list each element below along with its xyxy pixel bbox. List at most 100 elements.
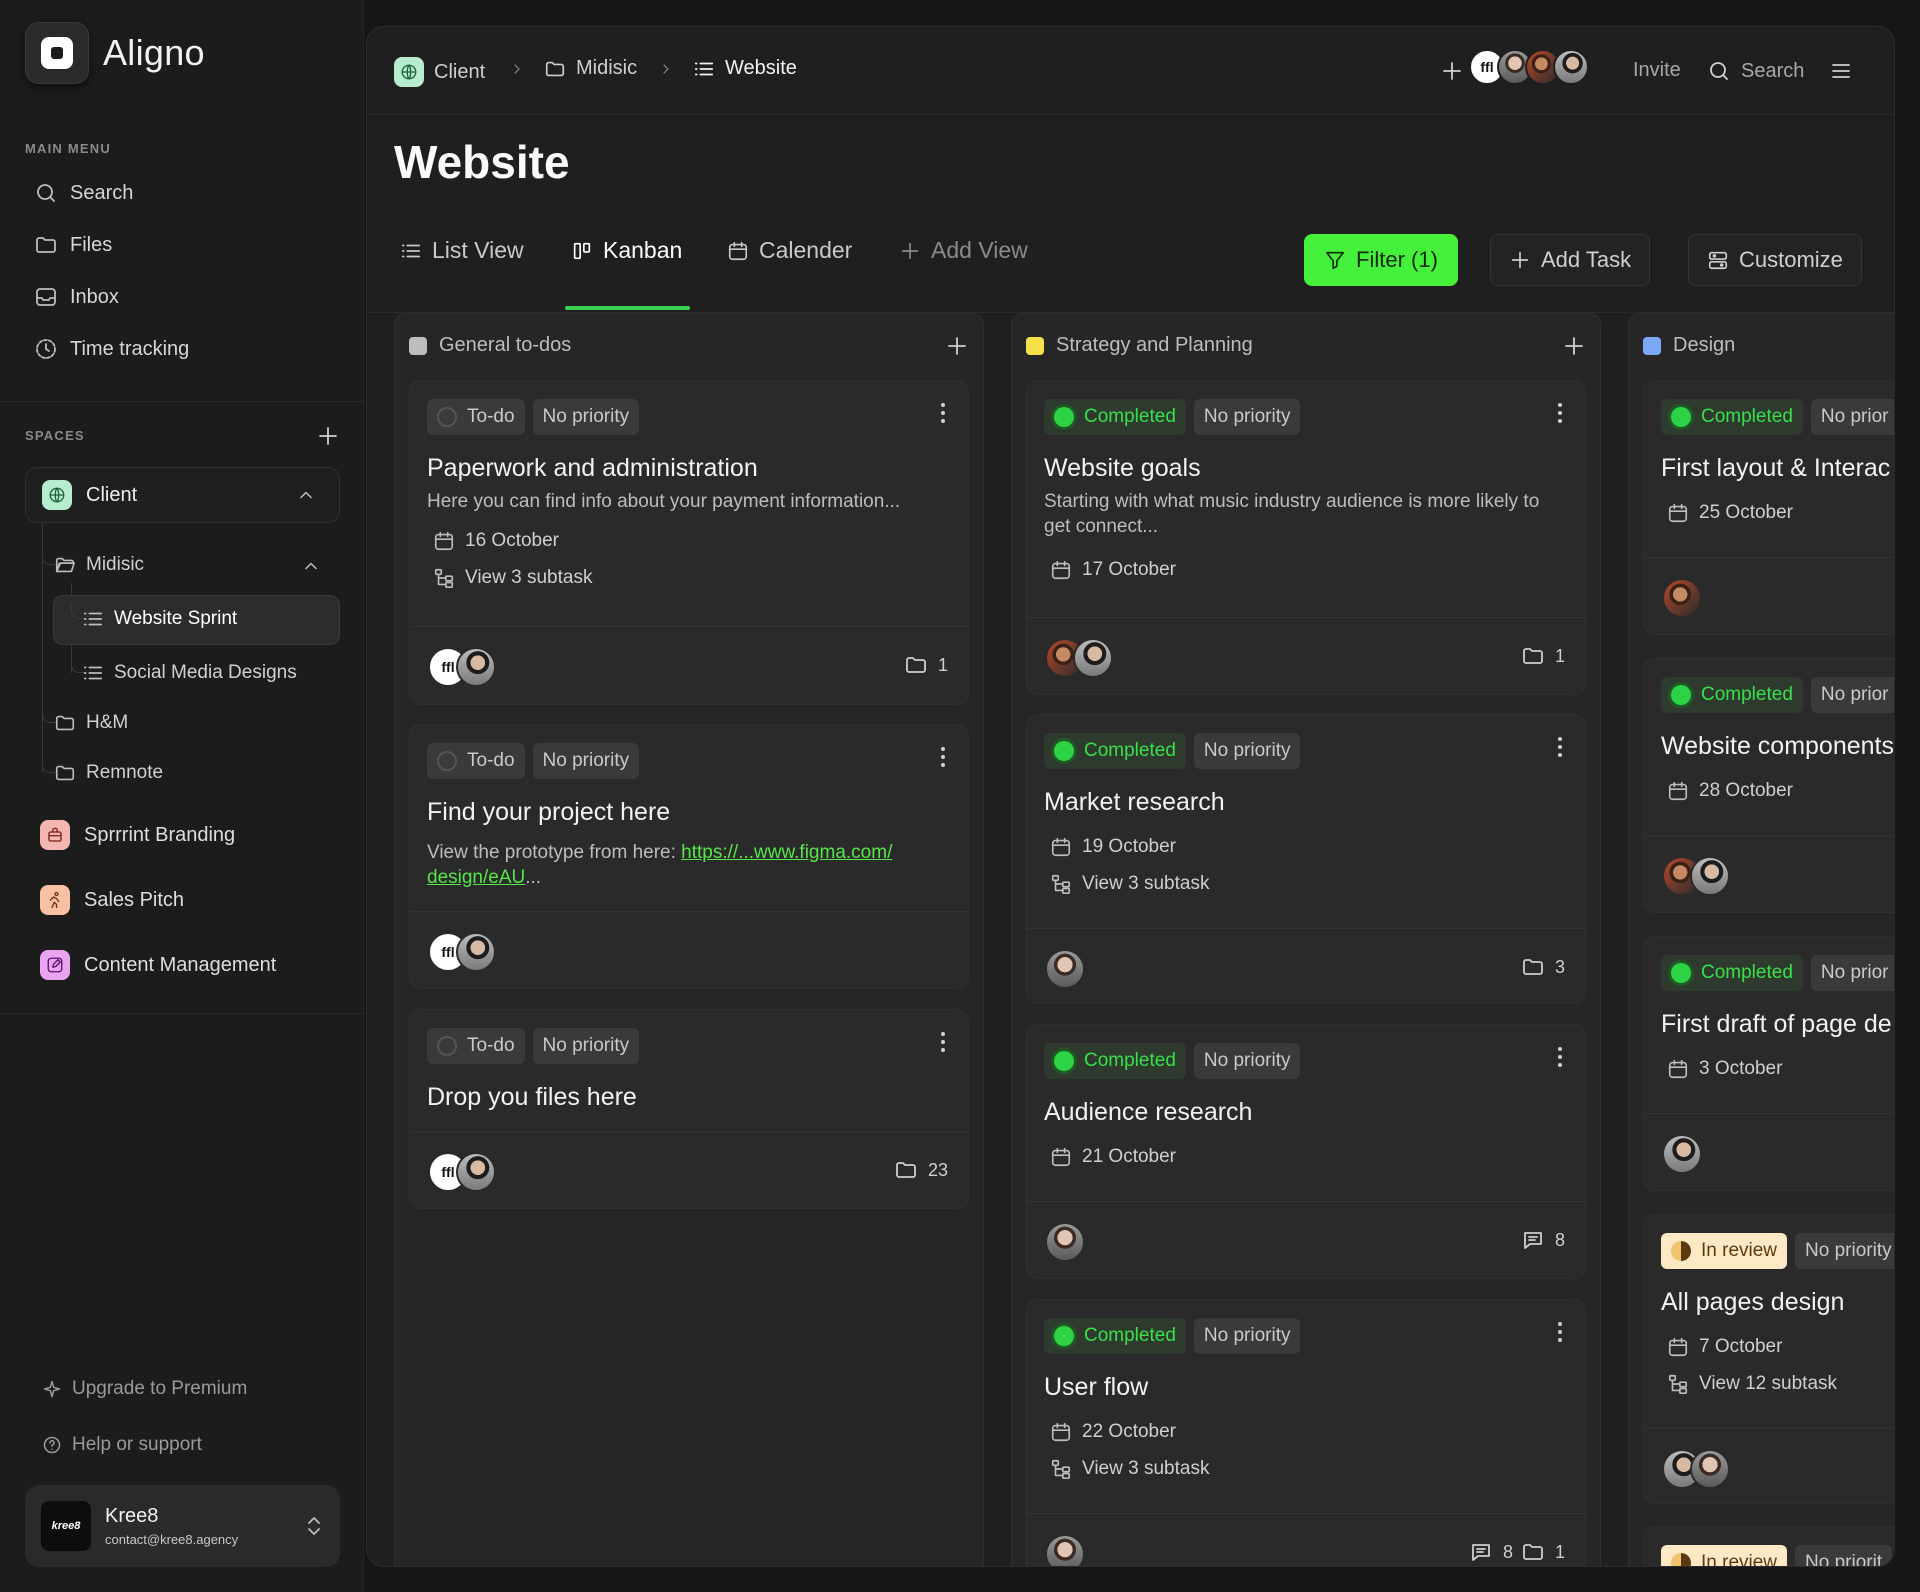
card-subtask-link[interactable]: View 12 subtask — [1667, 1373, 1837, 1395]
status-badge[interactable]: Completed — [1044, 733, 1186, 769]
more-icon[interactable] — [940, 403, 946, 427]
folder-remnote[interactable]: Remnote — [54, 762, 163, 784]
priority-badge[interactable]: No prior — [1810, 677, 1894, 713]
priority-badge[interactable]: No priority — [532, 399, 640, 435]
breadcrumb-midisic[interactable]: Midisic — [544, 57, 637, 80]
status-badge[interactable]: Completed — [1661, 955, 1803, 991]
task-card[interactable]: To-do No priority Drop you files here ff… — [409, 1009, 969, 1209]
task-card[interactable]: Completed No priority Market research 19… — [1026, 714, 1586, 1004]
more-icon[interactable] — [1557, 737, 1563, 761]
add-card-icon[interactable] — [1562, 334, 1586, 358]
card-subtask-link[interactable]: View 3 subtask — [1050, 873, 1209, 895]
status-badge[interactable]: Completed — [1044, 1043, 1186, 1079]
task-card[interactable]: Completed No priority Website goals Star… — [1026, 380, 1586, 695]
task-card[interactable]: Completed No prior First layout & Intera… — [1643, 380, 1894, 635]
priority-badge[interactable]: No prior — [1810, 955, 1894, 991]
status-badge[interactable]: Completed — [1661, 677, 1803, 713]
space-content-management[interactable]: Content Management — [40, 950, 276, 980]
assignee-avatars[interactable] — [1662, 1449, 1730, 1489]
menu-item-inbox[interactable]: Inbox — [34, 285, 119, 309]
priority-badge[interactable]: No prior — [1810, 399, 1894, 435]
tab-add-view[interactable]: Add View — [899, 237, 1028, 264]
more-icon[interactable] — [1557, 1047, 1563, 1071]
task-card[interactable]: To-do No priority Paperwork and administ… — [409, 380, 969, 705]
priority-badge[interactable]: No priority — [1795, 1233, 1894, 1269]
assignee-avatars[interactable] — [1045, 949, 1085, 989]
chevron-updown-icon[interactable] — [304, 1514, 324, 1538]
account-switcher[interactable]: kree8 Kree8 contact@kree8.agency — [25, 1485, 340, 1567]
assignee-avatars[interactable]: ffl — [428, 1152, 496, 1192]
upgrade-link[interactable]: Upgrade to Premium — [42, 1378, 247, 1400]
status-badge[interactable]: To-do — [427, 1028, 525, 1064]
breadcrumb-client[interactable]: Client — [394, 57, 485, 87]
more-icon[interactable] — [1557, 1322, 1563, 1346]
more-icon[interactable] — [940, 747, 946, 771]
status-badge[interactable]: Completed — [1044, 1318, 1186, 1354]
task-card[interactable]: Completed No priority Audience research … — [1026, 1024, 1586, 1279]
priority-badge[interactable]: No priorit — [1795, 1545, 1893, 1566]
task-card[interactable]: In review No priorit — [1643, 1526, 1894, 1566]
space-client[interactable]: Client — [25, 467, 340, 523]
status-badge[interactable]: Completed — [1044, 399, 1186, 435]
search-button[interactable]: Search — [1707, 59, 1804, 83]
status-badge[interactable]: In review — [1661, 1545, 1788, 1566]
task-card[interactable]: Completed No priority User flow 22 Octob… — [1026, 1299, 1586, 1566]
tab-calender[interactable]: Calender — [727, 237, 852, 264]
figma-link[interactable]: https://...www.figma.com/ — [681, 842, 892, 863]
task-card[interactable]: Completed No prior Website components 28… — [1643, 658, 1894, 913]
priority-badge[interactable]: No priority — [1193, 399, 1301, 435]
assignee-avatars[interactable] — [1662, 1134, 1702, 1174]
task-card[interactable]: To-do No priority Find your project here… — [409, 724, 969, 989]
add-card-icon[interactable] — [945, 334, 969, 358]
assignee-avatars[interactable] — [1045, 1222, 1085, 1262]
status-badge[interactable]: To-do — [427, 743, 525, 779]
avatar — [456, 1152, 496, 1192]
add-task-button[interactable]: Add Task — [1490, 234, 1651, 286]
add-space-icon[interactable] — [316, 424, 340, 448]
more-icon[interactable] — [940, 1032, 946, 1056]
task-card[interactable]: Completed No prior First draft of page d… — [1643, 936, 1894, 1191]
assignee-avatars[interactable]: ffl — [428, 932, 496, 972]
assignee-avatars[interactable]: ffl — [428, 647, 496, 687]
assignee-avatars[interactable] — [1045, 1534, 1085, 1566]
chevron-up-icon[interactable] — [296, 485, 316, 505]
card-subtask-link[interactable]: View 3 subtask — [433, 567, 592, 589]
app-logo[interactable]: Aligno — [25, 22, 205, 84]
menu-item-time-tracking[interactable]: Time tracking — [34, 337, 189, 361]
priority-badge[interactable]: No priority — [532, 1028, 640, 1064]
status-badge[interactable]: To-do — [427, 399, 525, 435]
tab-list-view[interactable]: List View — [400, 237, 524, 264]
assignee-avatars[interactable] — [1662, 856, 1730, 896]
priority-badge[interactable]: No priority — [1193, 733, 1301, 769]
space-sales-pitch[interactable]: Sales Pitch — [40, 885, 184, 915]
folder-hm[interactable]: H&M — [54, 712, 128, 734]
menu-icon[interactable] — [1829, 59, 1853, 83]
assignee-avatars[interactable] — [1045, 638, 1113, 678]
folder-midisic[interactable]: Midisic — [54, 554, 144, 576]
menu-item-search[interactable]: Search — [34, 181, 133, 205]
card-subtask-link[interactable]: View 3 subtask — [1050, 1458, 1209, 1480]
priority-badge[interactable]: No priority — [532, 743, 640, 779]
list-social-media-designs[interactable]: Social Media Designs — [82, 662, 297, 684]
assignee-avatars[interactable] — [1662, 578, 1702, 618]
status-icon — [1671, 407, 1691, 427]
task-card[interactable]: In review No priority All pages design 7… — [1643, 1214, 1894, 1504]
add-member-icon[interactable] — [1440, 59, 1464, 83]
filter-button[interactable]: Filter (1) — [1304, 234, 1458, 286]
customize-button[interactable]: Customize — [1688, 234, 1862, 286]
chevron-up-icon[interactable] — [301, 556, 321, 576]
menu-item-files[interactable]: Files — [34, 233, 112, 257]
member-avatars[interactable]: ffl — [1469, 49, 1589, 85]
status-badge[interactable]: Completed — [1661, 399, 1803, 435]
more-icon[interactable] — [1557, 403, 1563, 427]
priority-badge[interactable]: No priority — [1193, 1043, 1301, 1079]
tab-kanban[interactable]: Kanban — [571, 237, 682, 264]
invite-button[interactable]: Invite — [1633, 59, 1681, 82]
help-link[interactable]: Help or support — [42, 1434, 202, 1456]
breadcrumb-website[interactable]: Website — [693, 57, 797, 80]
figma-link[interactable]: design/eAU — [427, 867, 525, 888]
priority-badge[interactable]: No priority — [1193, 1318, 1301, 1354]
space-sprrrint-branding[interactable]: Sprrrint Branding — [40, 820, 235, 850]
status-badge[interactable]: In review — [1661, 1233, 1788, 1269]
list-website-sprint[interactable]: Website Sprint — [82, 608, 237, 630]
